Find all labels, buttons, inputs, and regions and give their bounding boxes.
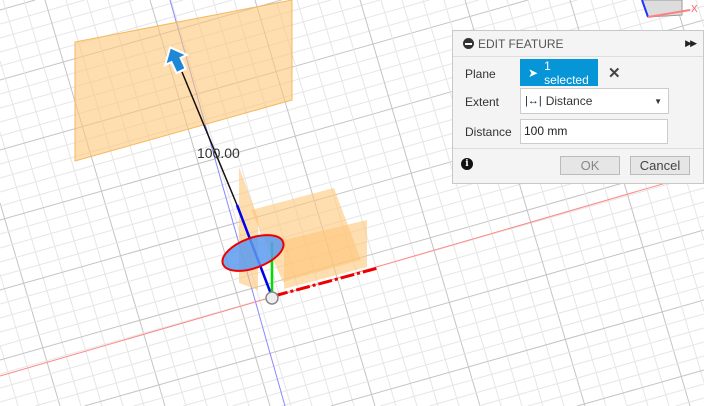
plane-label: Plane <box>465 67 496 81</box>
cancel-button[interactable]: Cancel <box>630 156 690 175</box>
ok-button[interactable]: OK <box>560 156 620 175</box>
grid-line <box>626 383 704 406</box>
expand-icon[interactable]: ▶▶ <box>685 38 697 49</box>
edit-feature-dialog: EDIT FEATURE ▶▶ Plane ➤ 1 selected ✕ Ext… <box>452 30 704 184</box>
extent-value: Distance <box>545 94 593 108</box>
grid-line <box>232 271 704 406</box>
dialog-title: EDIT FEATURE <box>478 36 564 51</box>
cursor-icon: ➤ <box>528 65 539 80</box>
dimension-label[interactable]: 100.00 <box>197 145 240 161</box>
extent-label: Extent <box>465 95 500 109</box>
plane-selection-value: 1 selected <box>544 58 589 87</box>
grid-line <box>527 355 704 406</box>
origin-point[interactable] <box>265 291 279 305</box>
plane-selection-button[interactable]: ➤ 1 selected <box>520 58 598 87</box>
grid-line <box>0 131 82 406</box>
offset-plane-preview[interactable] <box>74 0 293 162</box>
viewcube-x-label: X <box>691 4 698 15</box>
dialog-footer-divider <box>453 148 703 149</box>
collapse-icon[interactable] <box>463 38 474 49</box>
distance-input[interactable]: 100 mm <box>520 119 668 144</box>
distance-icon: |↔| <box>525 95 542 107</box>
extent-dropdown[interactable]: |↔| Distance ▼ <box>520 88 669 114</box>
distance-label: Distance <box>465 125 512 139</box>
clear-selection-icon[interactable]: ✕ <box>608 64 621 82</box>
info-icon[interactable]: i <box>461 158 473 170</box>
grid-line <box>133 243 704 406</box>
chevron-down-icon: ▼ <box>654 96 662 106</box>
viewcube[interactable]: X <box>641 0 698 18</box>
grid-line <box>429 327 704 406</box>
dialog-header: EDIT FEATURE ▶▶ <box>453 31 703 57</box>
